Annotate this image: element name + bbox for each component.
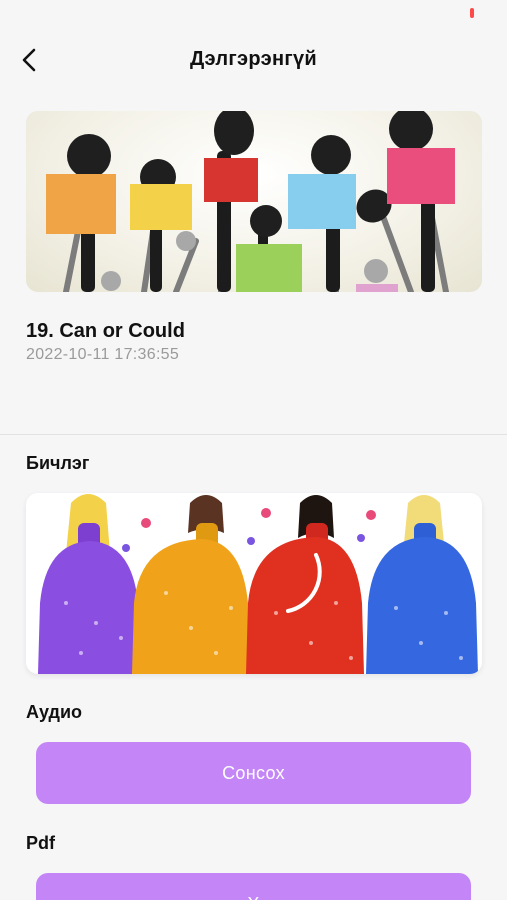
post-date: 2022-10-11 17:36:55 xyxy=(26,346,180,363)
pdf-section-label: Pdf xyxy=(26,833,55,853)
section-divider xyxy=(0,434,507,435)
audio-section-label: Аудио xyxy=(26,702,83,722)
post-title: 19. Can or Could xyxy=(26,320,185,342)
pdf-view-button[interactable]: Х xyxy=(36,873,471,900)
post-cover-image xyxy=(26,111,482,292)
page-title: Дэлгэрэнгүй xyxy=(189,48,317,70)
video-player[interactable] xyxy=(26,493,482,674)
status-bar xyxy=(0,0,507,30)
recording-section-label: Бичлэг xyxy=(26,453,90,473)
listen-button[interactable]: Сонсох xyxy=(36,742,471,804)
navigation-bar: Дэлгэрэнгүй xyxy=(0,36,507,86)
battery-indicator-icon xyxy=(470,8,474,18)
